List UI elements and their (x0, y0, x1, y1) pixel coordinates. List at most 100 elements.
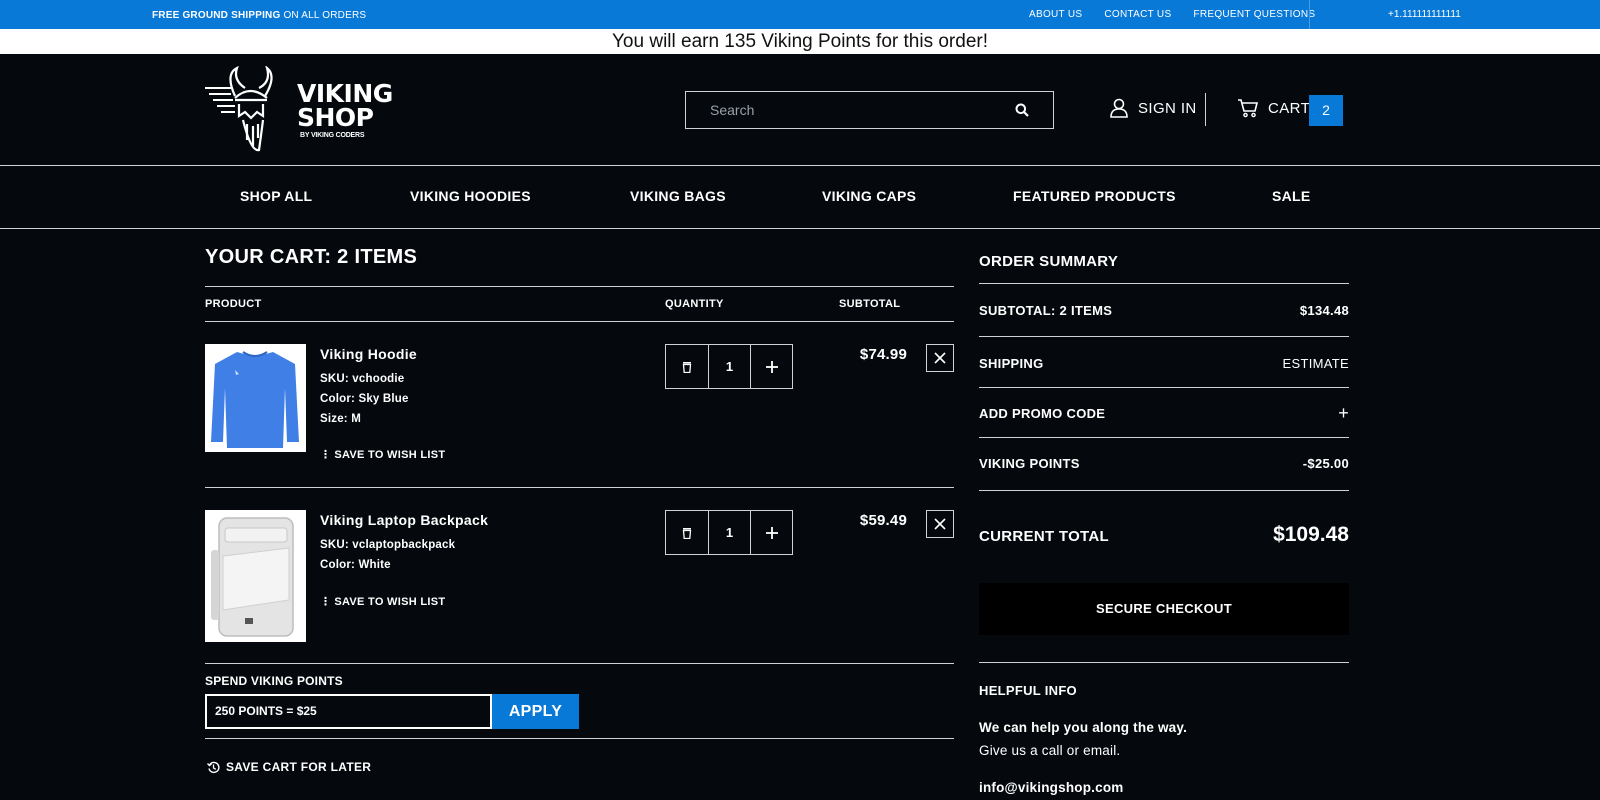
item-subtotal: $59.49 (859, 512, 907, 529)
backpack-image (205, 510, 306, 642)
faq-link[interactable]: FREQUENT QUESTIONS (1193, 9, 1315, 20)
cart-count-badge[interactable]: 2 (1309, 95, 1343, 126)
free-shipping-notice: FREE GROUND SHIPPING ON ALL ORDERS (152, 10, 367, 21)
shipping-label: SHIPPING (979, 356, 1044, 371)
item-name[interactable]: Viking Laptop Backpack (320, 512, 488, 528)
helpful-info-title: HELPFUL INFO (979, 683, 1077, 698)
kebab-icon: ⋮ (320, 449, 332, 461)
save-to-wish-list-button[interactable]: ⋮ SAVE TO WISH LIST (320, 595, 446, 609)
points-select[interactable]: 250 POINTS = $25 (205, 694, 492, 729)
main-nav: SHOP ALL VIKING HOODIES VIKING BAGS VIKI… (0, 165, 1600, 229)
kebab-icon: ⋮ (320, 596, 332, 608)
column-header-subtotal: SUBTOTAL (839, 298, 901, 310)
divider (979, 283, 1349, 284)
remove-item-button[interactable] (926, 510, 954, 538)
divider (979, 662, 1349, 663)
nav-viking-bags[interactable]: VIKING BAGS (630, 188, 726, 204)
divider (979, 387, 1349, 388)
summary-shipping-row: SHIPPING ESTIMATE (979, 356, 1349, 371)
apply-points-button[interactable]: APPLY (492, 694, 579, 729)
plus-icon: + (1338, 403, 1349, 423)
item-details: SKU: vclaptopbackpack Color: White (320, 535, 455, 575)
increase-quantity-button[interactable] (750, 511, 792, 554)
secure-checkout-button[interactable]: SECURE CHECKOUT (979, 583, 1349, 635)
help-subtext: Give us a call or email. (979, 743, 1121, 758)
quantity-value[interactable]: 1 (708, 345, 750, 388)
column-header-quantity: QUANTITY (665, 298, 724, 310)
quantity-stepper: 1 (665, 344, 793, 389)
save-later-label: SAVE CART FOR LATER (226, 760, 372, 774)
total-label: CURRENT TOTAL (979, 528, 1110, 545)
plus-icon (765, 360, 778, 373)
remove-item-button[interactable] (926, 344, 954, 372)
about-us-link[interactable]: ABOUT US (1029, 9, 1082, 20)
divider (205, 286, 954, 287)
sign-in-label: SIGN IN (1138, 99, 1197, 117)
total-value: $109.48 (1273, 523, 1349, 546)
close-icon (934, 518, 946, 530)
nav-sale[interactable]: SALE (1272, 188, 1311, 204)
summary-points-row: VIKING POINTS -$25.00 (979, 456, 1349, 471)
search-input[interactable] (686, 102, 1006, 118)
promo-code-toggle[interactable]: ADD PROMO CODE + (979, 403, 1349, 423)
promo-code-label: ADD PROMO CODE (979, 406, 1106, 421)
plus-icon (765, 526, 778, 539)
item-color: Color: White (320, 559, 391, 571)
spend-points-label: SPEND VIKING POINTS (205, 674, 343, 688)
shipping-estimate-link[interactable]: ESTIMATE (1283, 356, 1349, 371)
subtotal-value: $134.48 (1299, 303, 1349, 318)
increase-quantity-button[interactable] (750, 345, 792, 388)
quantity-value[interactable]: 1 (708, 511, 750, 554)
search-icon[interactable] (1015, 103, 1029, 122)
divider (205, 487, 954, 488)
divider (979, 490, 1349, 491)
close-icon (934, 352, 946, 364)
order-summary-title: ORDER SUMMARY (979, 253, 1119, 270)
divider (205, 738, 954, 739)
header-divider (1205, 93, 1206, 126)
viking-head-icon (205, 64, 273, 152)
product-thumbnail-backpack[interactable] (205, 510, 306, 642)
cart-label: CART (1268, 99, 1311, 117)
current-total-row: CURRENT TOTAL $109.48 (979, 523, 1349, 547)
divider (979, 336, 1349, 337)
trash-icon (682, 361, 692, 373)
viking-shop-logo[interactable]: VIKING SHOP BY VIKING CODERS (205, 64, 405, 152)
history-icon (207, 761, 220, 773)
item-color: Color: Sky Blue (320, 393, 409, 405)
save-cart-for-later-button[interactable]: SAVE CART FOR LATER (207, 760, 371, 774)
delete-item-button[interactable] (666, 345, 708, 388)
item-sku: SKU: vclaptopbackpack (320, 539, 456, 551)
nav-viking-caps[interactable]: VIKING CAPS (822, 188, 916, 204)
search-box (685, 91, 1054, 129)
nav-viking-hoodies[interactable]: VIKING HOODIES (410, 188, 531, 204)
cart-link[interactable]: CART (1237, 98, 1310, 118)
logo-tagline: BY VIKING CODERS (300, 132, 365, 139)
save-to-wish-list-button[interactable]: ⋮ SAVE TO WISH LIST (320, 448, 446, 462)
divider (205, 321, 954, 322)
top-links: ABOUT US CONTACT US FREQUENT QUESTIONS (1029, 9, 1337, 20)
cart-icon (1238, 99, 1259, 118)
hoodie-image (205, 344, 306, 452)
points-label: VIKING POINTS (979, 456, 1080, 471)
points-earn-banner: You will earn 135 Viking Points for this… (0, 29, 1600, 54)
contact-us-link[interactable]: CONTACT US (1104, 9, 1171, 20)
nav-featured-products[interactable]: FEATURED PRODUCTS (1013, 188, 1176, 204)
subtotal-label: SUBTOTAL: 2 ITEMS (979, 303, 1113, 318)
product-thumbnail-hoodie[interactable] (205, 344, 306, 452)
help-text: We can help you along the way. (979, 720, 1188, 735)
item-name[interactable]: Viking Hoodie (320, 346, 417, 362)
delete-item-button[interactable] (666, 511, 708, 554)
wish-list-label: SAVE TO WISH LIST (334, 448, 446, 461)
sign-in-link[interactable]: SIGN IN (1109, 98, 1197, 118)
topbar-divider (1309, 0, 1310, 29)
column-header-product: PRODUCT (205, 298, 262, 310)
nav-shop-all[interactable]: SHOP ALL (240, 188, 312, 204)
quantity-stepper: 1 (665, 510, 793, 555)
divider (205, 663, 954, 664)
phone-number[interactable]: +1.111111111111 (1388, 9, 1461, 20)
points-value: -$25.00 (1302, 456, 1349, 471)
wish-list-label: SAVE TO WISH LIST (334, 595, 446, 608)
summary-subtotal-row: SUBTOTAL: 2 ITEMS $134.48 (979, 303, 1349, 318)
support-email-link[interactable]: info@vikingshop.com (979, 780, 1123, 795)
